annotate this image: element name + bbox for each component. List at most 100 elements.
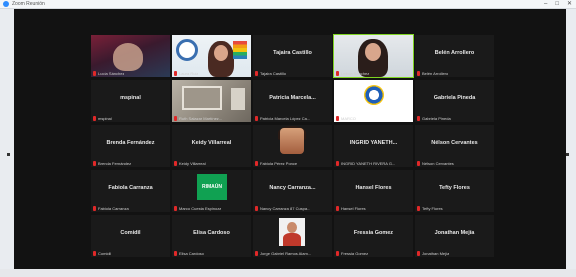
microphone-muted-icon <box>255 160 258 166</box>
badge-text: RIMAÚN <box>202 184 222 190</box>
participant-display-name: Fabiola Carranza <box>108 185 153 191</box>
participant-name-label: Patricia Marcela López Ca... <box>255 115 330 121</box>
microphone-muted-icon <box>417 115 420 121</box>
minimize-button[interactable]: – <box>544 0 547 9</box>
participant-name: Nélson Cervantes <box>422 160 454 166</box>
participant-display-name: INGRID YANETH... <box>349 140 398 146</box>
participant-name-label: Belén Arrollero <box>417 70 492 76</box>
participant-tile[interactable]: Patricia Marcela... Patricia Marcela Lópe… <box>253 80 332 122</box>
microphone-muted-icon <box>417 70 420 76</box>
video-shirt <box>283 233 301 246</box>
participant-tile[interactable]: mspinal mspinal <box>91 80 170 122</box>
participant-name: MARCO <box>341 115 356 121</box>
participant-tile[interactable]: Ruth Salazar Martínez... <box>172 80 251 122</box>
microphone-muted-icon <box>255 70 258 76</box>
participant-name: Leticia Sánchez <box>341 70 370 76</box>
participant-display-name: mspinal <box>120 95 141 101</box>
participant-name: Hansel Flores <box>341 205 366 211</box>
participant-display-name: Fressia Gomez <box>353 230 394 236</box>
participant-tile[interactable]: Hansel Flores Hansel Flores <box>334 170 413 212</box>
right-resize-handle[interactable] <box>566 153 569 156</box>
microphone-muted-icon <box>336 250 339 256</box>
microphone-muted-icon <box>174 250 177 256</box>
video-frame <box>182 86 222 110</box>
participant-display-name: Comidil <box>120 230 141 236</box>
microphone-muted-icon <box>93 70 96 76</box>
window-controls: – □ ✕ <box>544 0 572 9</box>
participant-name-label: Comidil <box>93 250 168 256</box>
microphone-muted-icon <box>336 205 339 211</box>
participant-display-name: Keidy Villarreal <box>191 140 232 146</box>
video-logo-ring <box>176 39 198 61</box>
participant-tile[interactable]: Elisa Cardoso Elisa Cardoso <box>172 215 251 257</box>
participant-name: Patricia Marcela López Ca... <box>260 115 311 121</box>
participant-name-label: Marco Cuesta Espinoza <box>174 205 249 211</box>
participant-tile[interactable]: Tefty Flores Tefty Flores <box>415 170 494 212</box>
participant-tile[interactable]: Nancy Carranza... Nancy Carranza 87 Cuspa… <box>253 170 332 212</box>
participant-name: Brenda Fernández <box>98 160 132 166</box>
participant-tile[interactable]: Laura Ruiz <box>172 35 251 77</box>
zoom-logo-icon <box>3 1 9 7</box>
participant-tile[interactable]: Nélson Cervantes Nélson Cervantes <box>415 125 494 167</box>
participant-display-name: Jonathan Mejía <box>434 230 475 236</box>
participant-tile[interactable]: Keidy Villarreal Keidy Villarreal <box>172 125 251 167</box>
participant-tile[interactable]: Jorge Gabriel Ramos Alam... <box>253 215 332 257</box>
participant-name-label: Nancy Carranza 87 Cuspa... <box>255 205 330 211</box>
participant-name-label: Fabiola Carranza <box>93 205 168 211</box>
participant-display-name: Patricia Marcela... <box>269 95 316 101</box>
participant-display-name: Nancy Carranza... <box>269 185 316 191</box>
video-badge: RIMAÚN <box>197 174 227 200</box>
participant-tile[interactable]: Lucía Sánchez <box>91 35 170 77</box>
participant-name: Tajaira Castillo <box>260 70 287 76</box>
participant-name-label: Tefty Flores <box>417 205 492 211</box>
participant-name-label: mspinal <box>93 115 168 121</box>
participant-display-name: Elisa Cardoso <box>193 230 230 236</box>
participant-tile[interactable]: Leticia Sánchez <box>333 34 414 78</box>
participant-tile[interactable]: Fabiola Carranza Fabiola Carranza <box>91 170 170 212</box>
left-resize-handle[interactable] <box>7 153 10 156</box>
participant-display-name: Tajaira Castillo <box>273 50 312 56</box>
participant-tile[interactable]: Belén Arrollero Belén Arrollero <box>415 35 494 77</box>
participant-tile[interactable]: Jonathan Mejía Jonathan Mejía <box>415 215 494 257</box>
participant-display-name: Tefty Flores <box>439 185 470 191</box>
video-face <box>365 43 381 61</box>
participant-tile[interactable]: RIMAÚN Marco Cuesta Espinoza <box>172 170 251 212</box>
window-titlebar: Zoom Reunión – □ ✕ <box>0 0 576 9</box>
participant-name-label: Nélson Cervantes <box>417 160 492 166</box>
participant-name-label: Hansel Flores <box>336 205 411 211</box>
participant-tile[interactable]: Comidil Comidil <box>91 215 170 257</box>
participant-tile[interactable]: Fabiola Pérez Ponce <box>253 125 332 167</box>
participant-name: Fabiola Pérez Ponce <box>260 160 298 166</box>
video-emblem <box>364 85 384 105</box>
participant-name: Gabriela Pineda <box>422 115 451 121</box>
participant-tile[interactable]: INGRID YANETH... INGRID YANETH RIVERA G..… <box>334 125 413 167</box>
participant-name: Tefty Flores <box>422 205 443 211</box>
participant-tile[interactable]: MARCO <box>334 80 413 122</box>
microphone-muted-icon <box>255 205 258 211</box>
video-face <box>287 222 297 233</box>
participant-tile[interactable]: Tajaira Castillo Tajaira Castillo <box>253 35 332 77</box>
participant-name-label: Lucía Sánchez <box>93 70 168 76</box>
participant-name: INGRID YANETH RIVERA G... <box>341 160 396 166</box>
participant-tile[interactable]: Fressia Gomez Fressia Gomez <box>334 215 413 257</box>
participant-tile[interactable]: Brenda Fernández Brenda Fernández <box>91 125 170 167</box>
participant-display-name: Hansel Flores <box>355 185 392 191</box>
participant-name-label: MARCO <box>336 115 411 121</box>
maximize-button[interactable]: □ <box>555 0 559 9</box>
participant-display-name: Belén Arrollero <box>434 50 475 56</box>
close-button[interactable]: ✕ <box>567 0 572 9</box>
microphone-muted-icon <box>255 250 258 256</box>
participant-name-label: INGRID YANETH RIVERA G... <box>336 160 411 166</box>
participant-name: Jorge Gabriel Ramos Alam... <box>260 250 312 256</box>
participant-name: Lucía Sánchez <box>98 70 125 76</box>
window-title: Zoom Reunión <box>12 1 45 7</box>
participant-name-label: Elisa Cardoso <box>174 250 249 256</box>
participant-name-label: Keidy Villarreal <box>174 160 249 166</box>
microphone-muted-icon <box>417 205 420 211</box>
participant-name-label: Jorge Gabriel Ramos Alam... <box>255 250 330 256</box>
microphone-muted-icon <box>336 70 339 76</box>
video-person <box>113 43 143 71</box>
participant-display-name: Nélson Cervantes <box>431 140 478 146</box>
participant-tile[interactable]: Gabriela Pineda Gabriela Pineda <box>415 80 494 122</box>
left-margin <box>0 9 14 269</box>
